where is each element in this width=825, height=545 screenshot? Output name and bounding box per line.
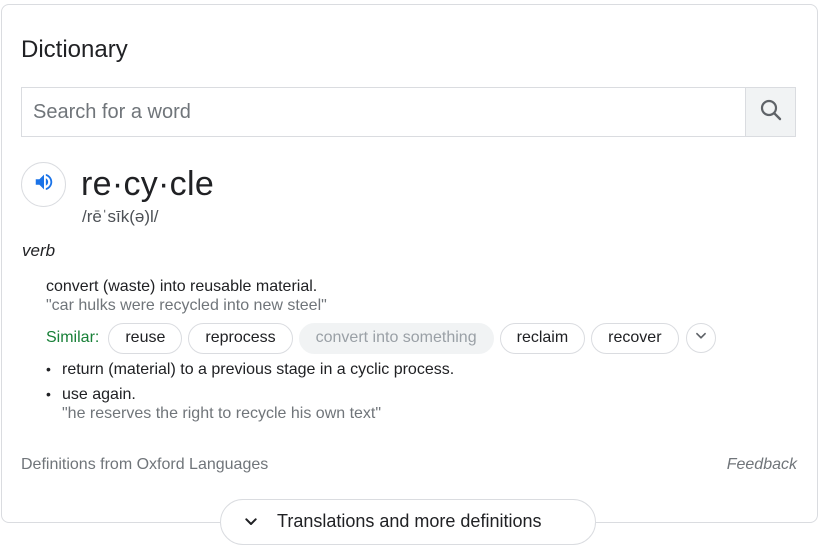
chevron-down-icon (694, 329, 708, 348)
part-of-speech: verb (22, 241, 56, 260)
source-attribution: Definitions from Oxford Languages (21, 456, 269, 473)
definition-3: • use again. "he reserves the right to r… (46, 385, 381, 423)
definition-3-text: use again. (62, 386, 136, 403)
expand-similar-button[interactable] (685, 323, 716, 353)
pronunciation-button[interactable] (21, 162, 66, 207)
similar-chip-convert-into-something: convert into something (298, 322, 494, 354)
phonetic-spelling: /rēˈsīk(ə)l/ (82, 207, 159, 226)
similar-chip-reuse[interactable]: reuse (108, 322, 183, 354)
example-3: "he reserves the right to recycle his ow… (62, 405, 382, 422)
dictionary-card (1, 4, 818, 523)
bullet: • (46, 386, 51, 402)
feedback-link[interactable]: Feedback (727, 455, 797, 474)
bullet: • (46, 361, 51, 377)
definition-2: • return (material) to a previous stage … (46, 360, 454, 379)
similar-chip-recover[interactable]: recover (591, 322, 679, 354)
chevron-down-icon (243, 514, 259, 530)
search-box (21, 87, 796, 137)
similar-words-row: Similar: reuse reprocess convert into so… (46, 322, 716, 354)
dictionary-title: Dictionary (21, 36, 128, 63)
definition-2-text: return (material) to a previous stage in… (62, 361, 455, 378)
similar-chip-reprocess[interactable]: reprocess (188, 322, 293, 354)
definition-1: convert (waste) into reusable material. (46, 278, 318, 295)
translations-more-button[interactable]: Translations and more definitions (220, 499, 596, 545)
search-button[interactable] (745, 88, 795, 136)
similar-label: Similar: (46, 329, 100, 346)
headword: re·cy·cle (81, 165, 215, 203)
speaker-icon (33, 171, 55, 198)
example-1: "car hulks were recycled into new steel" (46, 297, 327, 314)
similar-chip-reclaim[interactable]: reclaim (499, 322, 586, 354)
translations-more-label: Translations and more definitions (277, 510, 542, 531)
search-icon (759, 98, 783, 127)
search-input[interactable] (22, 88, 745, 136)
